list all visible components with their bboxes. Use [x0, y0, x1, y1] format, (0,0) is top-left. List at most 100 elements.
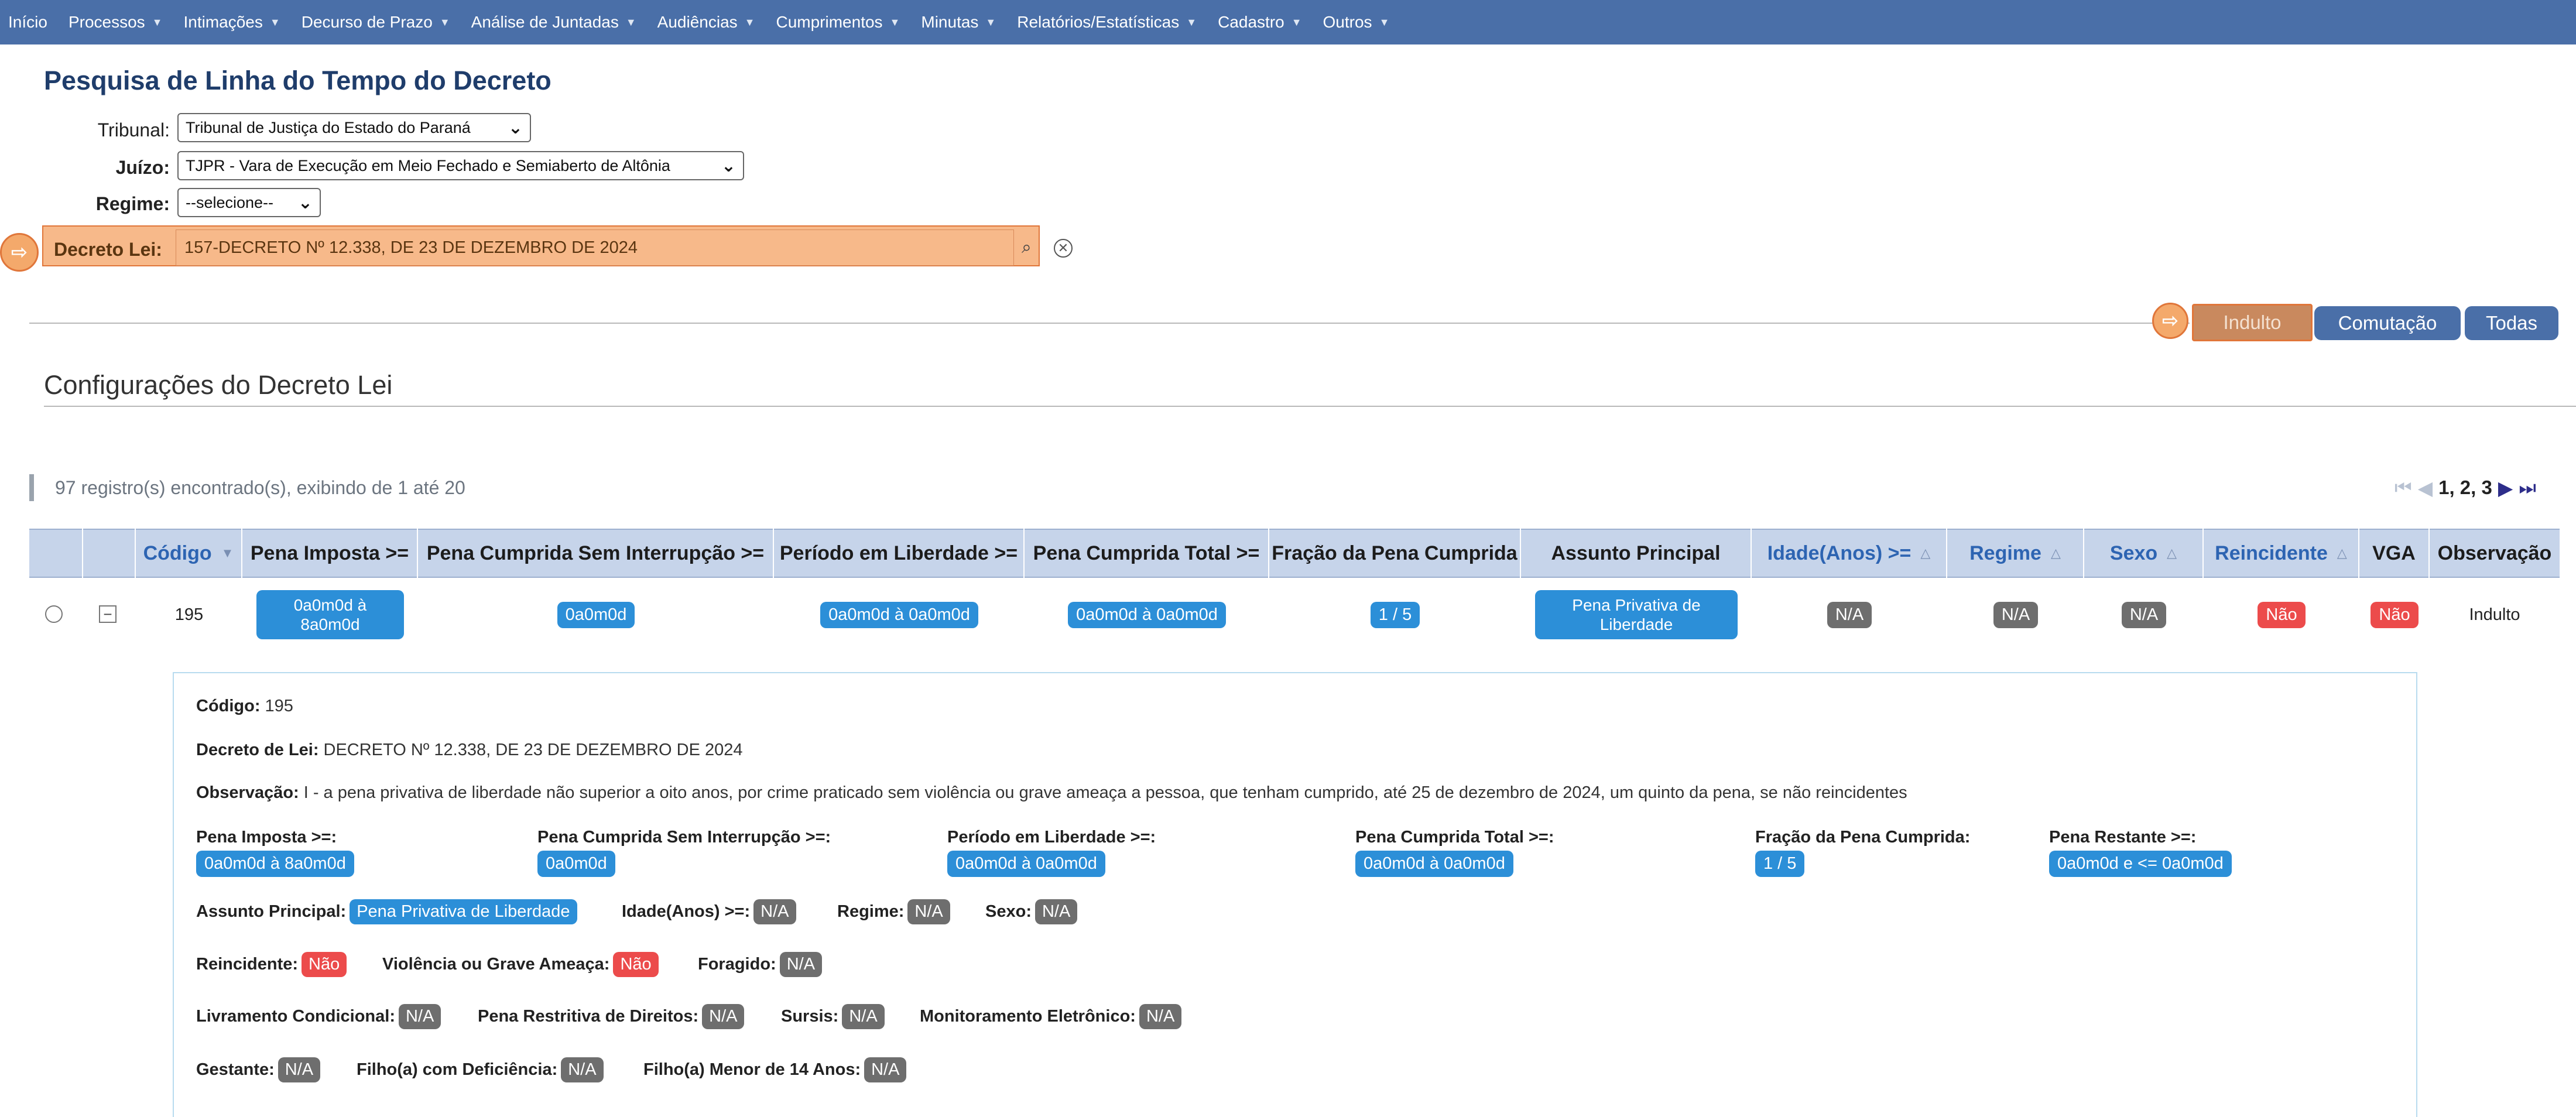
th-fracao: Fração da Pena Cumprida: [1269, 529, 1521, 578]
th-select: [29, 529, 83, 578]
divider: [29, 323, 2190, 324]
clear-icon[interactable]: ✕: [1054, 239, 1073, 258]
cell-fracao: 1 / 5: [1370, 601, 1420, 628]
th-regime[interactable]: Regime △: [1947, 529, 2084, 578]
detail-idade: Idade(Anos) >=: N/A: [622, 899, 796, 924]
menu-outros[interactable]: Outros ▼: [1323, 13, 1390, 32]
th-expand: [83, 529, 136, 578]
first-page-icon[interactable]: ⏮: [2395, 477, 2412, 499]
detail-pena-cumprida-sem: Pena Cumprida Sem Interrupção >=: 0a0m0d: [537, 828, 831, 877]
cell-reincidente: Não: [2258, 601, 2306, 628]
menu-decurso-de-prazo[interactable]: Decurso de Prazo ▼: [302, 13, 450, 32]
regime-label: Regime:: [95, 193, 170, 214]
detail-pena-restante: Pena Restante >=: 0a0m0d e <= 0a0m0d: [2049, 828, 2232, 877]
top-menu-bar: Início Processos ▼ Intimações ▼ Decurso de…: [0, 0, 2576, 44]
menu-intimacoes[interactable]: Intimações ▼: [183, 13, 280, 32]
chevron-down-icon: ▼: [985, 16, 996, 28]
detail-restritiva: Pena Restritiva de Direitos: N/A: [478, 1004, 745, 1029]
next-page-icon[interactable]: ▶: [2498, 477, 2513, 499]
detail-filho-deficiencia: Filho(a) com Deficiência: N/A: [357, 1057, 604, 1082]
menu-audiencias[interactable]: Audiências ▼: [657, 13, 755, 32]
th-observacao: Observação: [2437, 542, 2552, 564]
chevron-down-icon: ⌄: [721, 156, 736, 176]
highlight-arrow-icon: ⇨: [0, 233, 39, 272]
detail-sursis: Sursis: N/A: [781, 1004, 885, 1029]
th-idade[interactable]: Idade(Anos) >= △: [1752, 529, 1947, 578]
cell-pena-cumprida-total: 0a0m0d à 0a0m0d: [1068, 601, 1226, 628]
row-select-radio[interactable]: [45, 605, 63, 623]
page-numbers[interactable]: 1, 2, 3: [2438, 477, 2492, 499]
cell-periodo-liberdade: 0a0m0d à 0a0m0d: [820, 601, 978, 628]
detail-fracao: Fração da Pena Cumprida: 1 / 5: [1755, 828, 1970, 877]
detail-gestante: Gestante: N/A: [196, 1057, 321, 1082]
section-title: Configurações do Decreto Lei: [44, 370, 393, 400]
records-summary: 97 registro(s) encontrado(s), exibindo d…: [29, 474, 465, 501]
cell-observacao: Indulto: [2469, 605, 2520, 624]
menu-minutas[interactable]: Minutas ▼: [921, 13, 996, 32]
section-divider: [44, 406, 2576, 407]
th-pena-imposta: Pena Imposta >=: [242, 529, 418, 578]
cell-idade: N/A: [1827, 601, 1872, 628]
detail-livramento: Livramento Condicional: N/A: [196, 1004, 441, 1029]
th-reincidente[interactable]: Reincidente △: [2204, 529, 2359, 578]
regime-select-value: --selecione--: [186, 193, 274, 211]
sort-icon: △: [2167, 546, 2177, 560]
chevron-down-icon: ▼: [439, 16, 450, 28]
menu-inicio[interactable]: Início: [8, 13, 47, 32]
comutacao-button[interactable]: Comutação: [2314, 306, 2461, 340]
th-periodo-liberdade: Período em Liberdade >=: [774, 529, 1025, 578]
detail-assunto: Assunto Principal: Pena Privativa de Libe…: [196, 899, 577, 924]
tribunal-select[interactable]: Tribunal de Justiça do Estado do Paraná …: [177, 113, 531, 142]
search-icon[interactable]: ⌕: [1022, 238, 1032, 258]
detail-decreto: Decreto de Lei: DECRETO Nº 12.338, DE 23 …: [196, 741, 743, 759]
detail-filho-menor: Filho(a) Menor de 14 Anos: N/A: [643, 1057, 907, 1082]
cell-regime: N/A: [1993, 601, 2039, 628]
chevron-down-icon: ▼: [744, 16, 755, 28]
collapse-icon[interactable]: −: [99, 605, 117, 623]
detail-codigo: Código: 195: [196, 697, 293, 715]
chevron-down-icon: ▼: [625, 16, 636, 28]
detail-violencia: Violência ou Grave Ameaça: Não: [382, 952, 659, 977]
chevron-down-icon: ▼: [269, 16, 280, 28]
chevron-down-icon: ▼: [889, 16, 900, 28]
detail-sexo: Sexo: N/A: [985, 899, 1078, 924]
cell-vga: Não: [2371, 601, 2419, 628]
th-assunto: Assunto Principal: [1521, 529, 1752, 578]
detail-observacao: Observação: I - a pena privativa de liber…: [196, 783, 1907, 802]
page-title: Pesquisa de Linha do Tempo do Decreto: [44, 66, 551, 95]
th-pena-cumprida-total: Pena Cumprida Total >=: [1025, 529, 1269, 578]
menu-cumprimentos[interactable]: Cumprimentos ▼: [776, 13, 900, 32]
juizo-select[interactable]: TJPR - Vara de Execução em Meio Fechado …: [177, 151, 744, 180]
indulto-button[interactable]: Indulto: [2192, 304, 2313, 341]
menu-relatorios[interactable]: Relatórios/Estatísticas ▼: [1017, 13, 1197, 32]
th-pena-cumprida-sem: Pena Cumprida Sem Interrupção >=: [418, 529, 774, 578]
th-codigo[interactable]: Código ▼: [136, 529, 242, 578]
detail-regime: Regime: N/A: [837, 899, 950, 924]
detail-monitoramento: Monitoramento Eletrônico: N/A: [920, 1004, 1182, 1029]
th-sexo[interactable]: Sexo △: [2084, 529, 2204, 578]
chevron-down-icon: ▼: [1186, 16, 1197, 28]
menu-processos[interactable]: Processos ▼: [68, 13, 163, 32]
cell-assunto: Pena Privativa de Liberdade: [1535, 590, 1738, 639]
todas-button[interactable]: Todas: [2465, 306, 2558, 340]
tribunal-label: Tribunal:: [97, 119, 170, 141]
tribunal-select-value: Tribunal de Justiça do Estado do Paraná: [186, 118, 471, 136]
decreto-lei-label: Decreto Lei:: [54, 239, 162, 260]
chevron-down-icon: ⌄: [297, 193, 313, 213]
sort-desc-icon: ▼: [221, 546, 234, 560]
th-vga: VGA: [2359, 529, 2430, 578]
regime-select[interactable]: --selecione-- ⌄: [177, 188, 321, 217]
cell-codigo: 195: [174, 605, 204, 624]
last-page-icon[interactable]: ⏭: [2519, 477, 2536, 499]
decreto-lei-input[interactable]: 157-DECRETO Nº 12.338, DE 23 DE DEZEMBRO…: [176, 229, 1014, 266]
menu-analise-de-juntadas[interactable]: Análise de Juntadas ▼: [471, 13, 636, 32]
prev-page-icon[interactable]: ◀: [2418, 477, 2433, 499]
chevron-down-icon: ⌄: [508, 118, 523, 138]
menu-cadastro[interactable]: Cadastro ▼: [1218, 13, 1301, 32]
detail-periodo: Período em Liberdade >=: 0a0m0d à 0a0m0d: [947, 828, 1156, 877]
chevron-down-icon: ▼: [152, 16, 163, 28]
highlight-arrow-icon: ⇨: [2152, 303, 2188, 339]
detail-pena-imposta: Pena Imposta >=: 0a0m0d à 8a0m0d: [196, 828, 354, 877]
cell-pena-cumprida-sem: 0a0m0d: [557, 601, 635, 628]
sort-icon: △: [2337, 546, 2347, 560]
